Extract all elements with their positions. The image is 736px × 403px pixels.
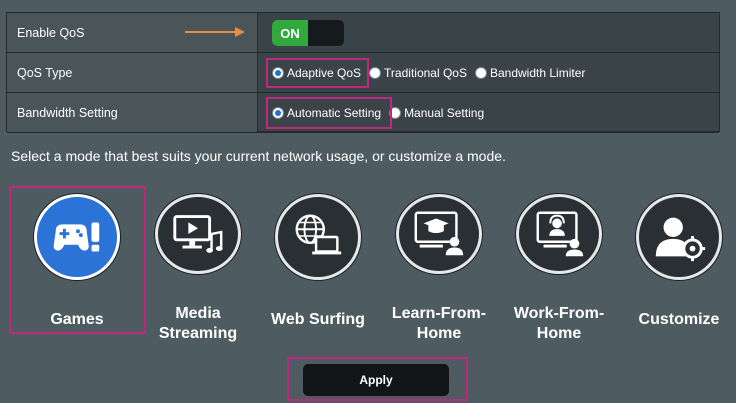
enable-qos-row: Enable QoS ON	[7, 13, 719, 53]
radio-manual-setting[interactable]: Manual Setting	[389, 106, 484, 120]
mode-media-streaming[interactable]: Media Streaming	[139, 194, 257, 344]
qos-settings-table: Enable QoS ON QoS Type Adaptive QoS Trad…	[6, 12, 720, 133]
radio-label: Traditional QoS	[384, 65, 467, 80]
enable-qos-value: ON	[258, 13, 719, 52]
work-from-home-icon[interactable]	[516, 194, 602, 274]
media-streaming-icon[interactable]	[155, 194, 241, 274]
adaptive-qos-highlight	[266, 58, 369, 88]
mode-label: Customize	[638, 311, 720, 328]
customize-icon[interactable]	[636, 194, 722, 280]
qos-type-row: QoS Type Adaptive QoS Traditional QoS Ba…	[7, 53, 719, 93]
radio-bandwidth-limiter[interactable]: Bandwidth Limiter	[474, 65, 586, 80]
mode-label: Games	[50, 311, 104, 328]
radio-button[interactable]	[474, 66, 487, 79]
mode-web-surfing[interactable]: Web Surfing	[259, 194, 377, 344]
mode-games[interactable]: Games	[18, 194, 136, 344]
toggle-on-label: ON	[272, 20, 308, 46]
mode-customize[interactable]: Customize	[620, 194, 736, 344]
radio-button[interactable]	[369, 66, 382, 79]
bandwidth-setting-label: Bandwidth Setting	[7, 93, 258, 132]
arrow-right-icon	[185, 27, 245, 37]
web-surfing-icon[interactable]	[275, 194, 361, 280]
mode-label: Learn-From- Home	[391, 305, 487, 342]
mode-work-from-home[interactable]: Work-From- Home	[500, 194, 618, 344]
gamepad-icon[interactable]	[34, 194, 120, 280]
radio-traditional-qos[interactable]: Traditional QoS	[369, 66, 467, 80]
apply-highlight: Apply	[287, 357, 468, 401]
qos-type-value: Adaptive QoS Traditional QoS Bandwidth L…	[258, 53, 719, 92]
apply-button[interactable]: Apply	[303, 364, 449, 396]
mode-learn-from-home[interactable]: Learn-From- Home	[380, 194, 498, 344]
bandwidth-setting-row: Bandwidth Setting Automatic Setting Manu…	[7, 93, 719, 133]
mode-label: Web Surfing	[271, 311, 365, 328]
learn-from-home-icon[interactable]	[396, 194, 482, 274]
radio-label: Manual Setting	[404, 105, 485, 120]
radio-label: Bandwidth Limiter	[489, 65, 586, 80]
automatic-setting-highlight	[266, 97, 392, 129]
mode-label: Media Streaming	[158, 305, 238, 342]
bandwidth-setting-value: Automatic Setting Manual Setting	[258, 93, 719, 132]
mode-instruction: Select a mode that best suits your curre…	[11, 148, 506, 164]
qos-type-label: QoS Type	[7, 53, 258, 92]
mode-label: Work-From- Home	[513, 305, 605, 342]
enable-qos-toggle[interactable]: ON	[272, 20, 344, 46]
